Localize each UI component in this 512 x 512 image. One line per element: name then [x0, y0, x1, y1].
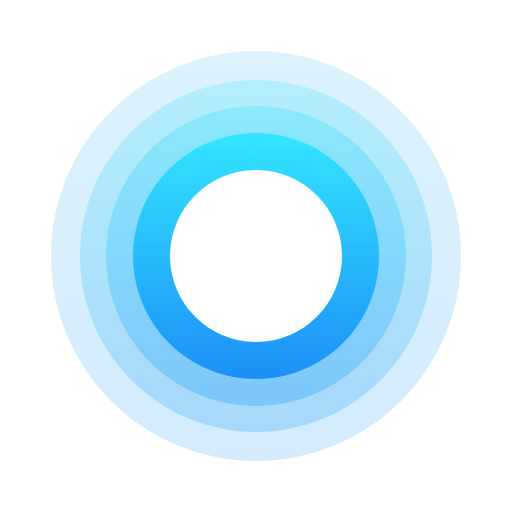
app-icon-canvas	[0, 0, 512, 512]
center-hole	[170, 170, 342, 342]
concentric-rings-logo-icon	[51, 51, 461, 461]
